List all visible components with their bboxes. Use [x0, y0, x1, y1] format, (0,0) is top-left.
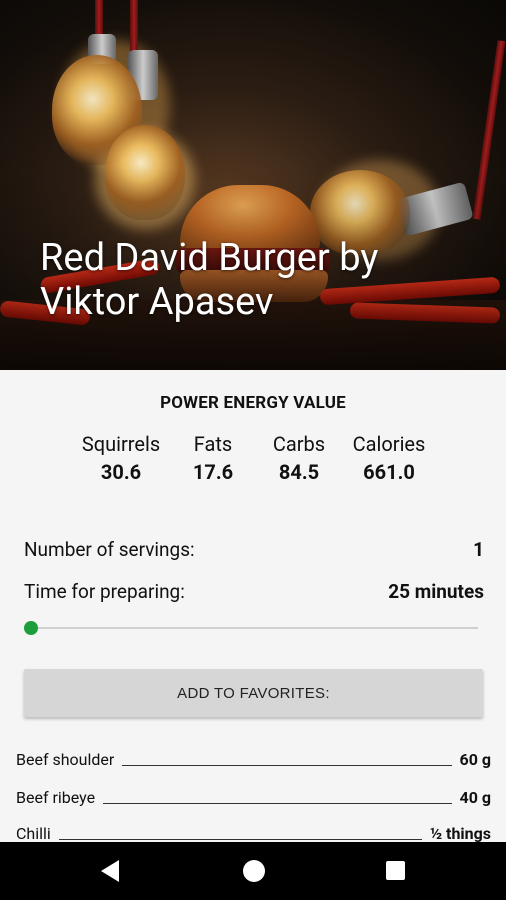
prep-time-row: Time for preparing: 25 minutes: [24, 580, 484, 603]
servings-label: Number of servings:: [24, 538, 195, 561]
nutrient-carbs: Carbs 84.5: [264, 432, 334, 484]
nutrient-fats: Fats 17.6: [180, 432, 246, 484]
nutrient-squirrels: Squirrels 30.6: [74, 432, 168, 484]
nutrient-label: Fats: [193, 432, 233, 456]
ingredient-amount: 40 g: [459, 788, 491, 807]
servings-value: 1: [473, 538, 484, 561]
navigation-bar: [0, 842, 506, 900]
ingredient-name: Chilli: [16, 824, 51, 843]
servings-row: Number of servings: 1: [24, 538, 484, 561]
ingredient-row: Beef shoulder 60 g: [16, 750, 491, 769]
recipe-title: Red David Burger by Viktor Apasev: [40, 236, 379, 324]
ingredient-amount: ½ things: [429, 824, 491, 843]
nutrient-label: Carbs: [272, 432, 326, 456]
nutrient-value: 17.6: [192, 460, 234, 484]
ingredient-name: Beef ribeye: [16, 788, 96, 807]
nutrient-label: Calories: [352, 432, 426, 456]
slider-track[interactable]: [30, 627, 478, 629]
nutrient-calories: Calories 661.0: [344, 432, 434, 484]
nutrient-label: Squirrels: [81, 432, 161, 456]
ingredient-name: Beef shoulder: [16, 750, 115, 769]
ingredient-leader-line: [122, 765, 452, 766]
home-circle-icon[interactable]: [243, 860, 265, 882]
recents-square-icon[interactable]: [386, 861, 405, 880]
ingredient-leader-line: [58, 839, 422, 840]
prep-time-label: Time for preparing:: [24, 580, 185, 603]
nutrient-value: 30.6: [100, 460, 142, 484]
recipe-hero-image: Red David Burger by Viktor Apasev: [0, 0, 506, 370]
prep-time-value: 25 minutes: [388, 580, 484, 603]
energy-heading: POWER ENERGY VALUE: [160, 393, 346, 413]
ingredient-leader-line: [103, 803, 452, 804]
servings-slider[interactable]: [24, 620, 478, 636]
add-to-favorites-button[interactable]: ADD TO FAVORITES:: [24, 669, 483, 717]
ingredient-row: Chilli ½ things: [16, 824, 491, 843]
ingredient-row: Beef ribeye 40 g: [16, 788, 491, 807]
slider-thumb[interactable]: [24, 621, 38, 635]
nutrient-value: 661.0: [363, 460, 415, 484]
ingredient-amount: 60 g: [459, 750, 491, 769]
back-triangle-icon[interactable]: [101, 860, 119, 882]
nutrient-value: 84.5: [278, 460, 320, 484]
